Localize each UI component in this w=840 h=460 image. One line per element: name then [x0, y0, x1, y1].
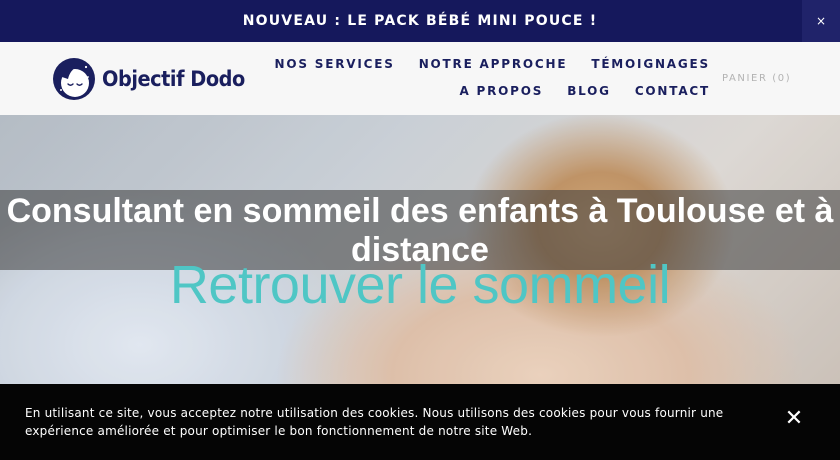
- logo-text: Objectif Dodo: [102, 67, 245, 91]
- cookie-banner: En utilisant ce site, vous acceptez notr…: [0, 384, 840, 460]
- announcement-text[interactable]: NOUVEAU : LE PACK BÉBÉ MINI POUCE !: [243, 13, 598, 29]
- site-header: Objectif Dodo NOS SERVICES NOTRE APPROCH…: [0, 42, 840, 115]
- cookie-close-icon[interactable]: ✕: [780, 404, 808, 432]
- nav-row-2: A PROPOS BLOG CONTACT: [459, 84, 710, 98]
- nav-link-notre-approche[interactable]: NOTRE APPROCHE: [419, 57, 568, 71]
- site-logo[interactable]: Objectif Dodo: [52, 56, 257, 102]
- nav-row-1: NOS SERVICES NOTRE APPROCHE TÉMOIGNAGES: [275, 57, 710, 71]
- nav-link-blog[interactable]: BLOG: [567, 84, 611, 98]
- announcement-bar: NOUVEAU : LE PACK BÉBÉ MINI POUCE ! ×: [0, 0, 840, 42]
- nav-link-temoignages[interactable]: TÉMOIGNAGES: [591, 57, 710, 71]
- hero-subtitle: Retrouver le sommeil: [169, 255, 671, 315]
- cookie-notice-text: En utilisant ce site, vous acceptez notr…: [25, 406, 724, 438]
- main-nav: NOS SERVICES NOTRE APPROCHE TÉMOIGNAGES …: [275, 42, 710, 115]
- announcement-close-icon[interactable]: ×: [802, 0, 840, 42]
- cart-link[interactable]: PANIER (0): [722, 73, 791, 84]
- sleeping-moon-face-icon: [53, 58, 95, 100]
- nav-link-nos-services[interactable]: NOS SERVICES: [275, 57, 395, 71]
- nav-link-a-propos[interactable]: A PROPOS: [459, 84, 543, 98]
- nav-link-contact[interactable]: CONTACT: [635, 84, 710, 98]
